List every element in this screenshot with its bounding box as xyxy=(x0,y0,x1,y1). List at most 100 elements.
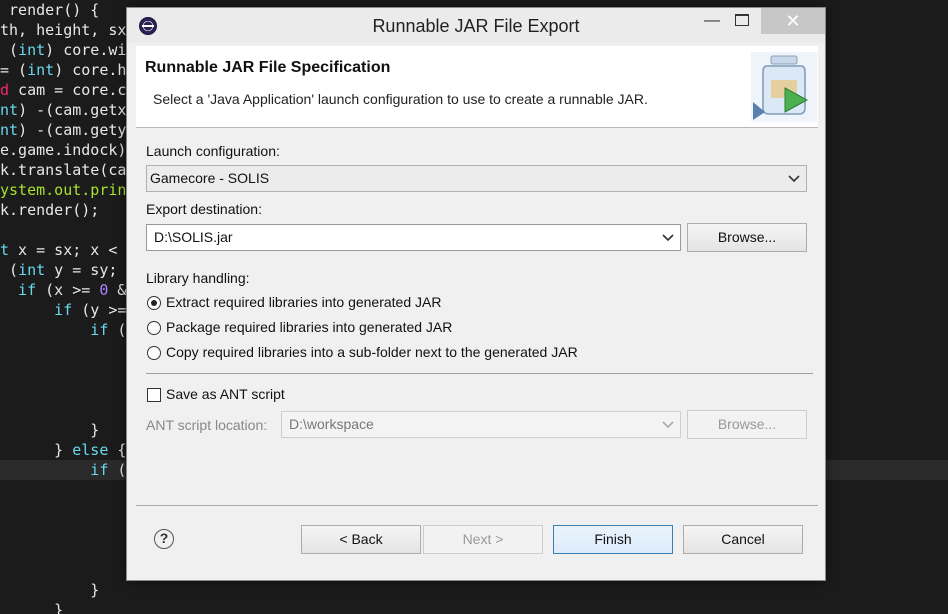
code-token: y = sy; y xyxy=(45,261,136,279)
browse-destination-button[interactable]: Browse... xyxy=(687,223,807,252)
code-line: Ma xyxy=(0,400,145,420)
code-line: k.render(); xyxy=(0,200,99,220)
code-line: if (Ma xyxy=(0,320,144,340)
code-line: nt) -(cam.gety( xyxy=(0,120,135,140)
maximize-button[interactable] xyxy=(727,8,757,34)
code-token: Ma xyxy=(0,341,145,359)
code-line: t x = sx; x < w xyxy=(0,240,135,260)
code-line: Ma xyxy=(0,480,145,500)
code-token: if xyxy=(0,461,109,479)
code-token: ) core.he xyxy=(54,61,136,79)
code-token: if xyxy=(0,281,37,299)
code-line: ystem.out.print xyxy=(0,180,135,200)
wizard-content: Launch configuration: Gamecore - SOLIS E… xyxy=(136,129,818,505)
code-token: ( xyxy=(0,261,19,279)
code-token: Ma xyxy=(0,561,145,579)
export-destination-input[interactable]: D:\SOLIS.jar xyxy=(146,224,681,251)
ant-location-label: ANT script location: xyxy=(146,417,268,433)
code-token: ystem.out.print xyxy=(0,181,136,199)
code-line: } xyxy=(0,580,99,600)
code-token: (x >= xyxy=(36,281,100,299)
code-line: th, height, sx, xyxy=(0,20,135,40)
radio-package-libraries[interactable] xyxy=(147,321,161,335)
code-line: if (y >= 0 xyxy=(0,300,144,320)
banner-description: Select a 'Java Application' launch confi… xyxy=(153,91,648,107)
export-destination-label: Export destination: xyxy=(146,201,262,217)
code-line: } else { xyxy=(0,440,126,460)
radio-extract-label[interactable]: Extract required libraries into generate… xyxy=(166,294,441,310)
code-token: ) core.wid xyxy=(45,41,136,59)
code-token: k.translate(cam xyxy=(0,161,136,179)
code-token: d xyxy=(0,81,10,99)
jar-export-icon xyxy=(751,52,817,122)
section-divider xyxy=(146,373,813,374)
code-token: ( xyxy=(0,41,19,59)
code-token: else xyxy=(72,441,109,459)
code-token: int xyxy=(18,41,46,59)
maximize-icon xyxy=(735,14,749,26)
code-token: { xyxy=(108,441,127,459)
code-line: (int y = sy; y xyxy=(0,260,135,280)
next-button[interactable]: Next > xyxy=(423,525,543,554)
save-ant-label[interactable]: Save as ANT script xyxy=(166,386,285,402)
radio-copy-label[interactable]: Copy required libraries into a sub-folde… xyxy=(166,344,578,360)
export-destination-value: D:\SOLIS.jar xyxy=(154,229,233,245)
chevron-down-icon xyxy=(662,421,674,429)
code-token: ) -(cam.getx( xyxy=(18,101,136,119)
code-line: render() { xyxy=(0,0,99,20)
minimize-button[interactable]: — xyxy=(697,8,727,34)
code-token: } xyxy=(0,581,100,599)
chevron-down-icon xyxy=(788,175,800,183)
code-token: = ( xyxy=(0,61,28,79)
footer-divider xyxy=(136,505,818,506)
code-line: Ma xyxy=(0,340,145,360)
code-token: e.game.indock) xyxy=(0,141,127,159)
close-button[interactable]: ✕ xyxy=(761,8,825,34)
launch-config-value: Gamecore - SOLIS xyxy=(150,170,270,186)
back-button[interactable]: < Back xyxy=(301,525,421,554)
ant-location-value: D:\workspace xyxy=(289,416,374,432)
code-token: render() { xyxy=(0,1,100,19)
code-line: e.game.indock) xyxy=(0,140,126,160)
banner-title: Runnable JAR File Specification xyxy=(145,59,391,76)
code-token: int xyxy=(27,61,55,79)
code-line: } xyxy=(0,420,99,440)
chevron-down-icon xyxy=(662,234,674,242)
code-token: if xyxy=(0,321,109,339)
code-token: } xyxy=(0,601,64,614)
library-handling-label: Library handling: xyxy=(146,270,250,286)
code-line: Ma xyxy=(0,560,145,580)
code-token: th, height, sx, xyxy=(0,21,136,39)
code-token: int xyxy=(18,261,46,279)
title-bar[interactable]: Runnable JAR File Export — ✕ xyxy=(127,8,825,43)
code-token: Ma xyxy=(0,401,145,419)
code-line: = (int) core.he xyxy=(0,60,135,80)
code-token: t xyxy=(0,241,10,259)
cancel-button[interactable]: Cancel xyxy=(683,525,803,554)
code-line: k.translate(cam xyxy=(0,160,135,180)
wizard-banner: Runnable JAR File Specification Select a… xyxy=(136,46,818,128)
code-token: k.render(); xyxy=(0,201,100,219)
launch-config-select[interactable]: Gamecore - SOLIS xyxy=(146,165,807,192)
code-line: (int) core.wid xyxy=(0,40,135,60)
code-token: } xyxy=(0,441,73,459)
help-icon[interactable]: ? xyxy=(154,529,174,549)
browse-ant-button[interactable]: Browse... xyxy=(687,410,807,439)
save-ant-checkbox[interactable] xyxy=(147,388,161,402)
ant-location-input[interactable]: D:\workspace xyxy=(281,411,681,438)
code-token: Ma xyxy=(0,481,145,499)
finish-button[interactable]: Finish xyxy=(553,525,673,554)
code-token: cam xyxy=(9,81,46,99)
code-token: } xyxy=(0,421,100,439)
code-token: nt xyxy=(0,121,19,139)
code-token: = core.ca xyxy=(45,81,136,99)
export-dialog: Runnable JAR File Export — ✕ Runnable JA… xyxy=(126,7,826,581)
code-token: x = sx; x < w xyxy=(9,241,136,259)
radio-extract-libraries[interactable] xyxy=(147,296,161,310)
code-token: nt xyxy=(0,101,19,119)
launch-config-label: Launch configuration: xyxy=(146,143,280,159)
code-line: d cam = core.ca xyxy=(0,80,135,100)
radio-package-label[interactable]: Package required libraries into generate… xyxy=(166,319,452,335)
radio-copy-libraries[interactable] xyxy=(147,346,161,360)
code-token: ) -(cam.gety( xyxy=(18,121,136,139)
